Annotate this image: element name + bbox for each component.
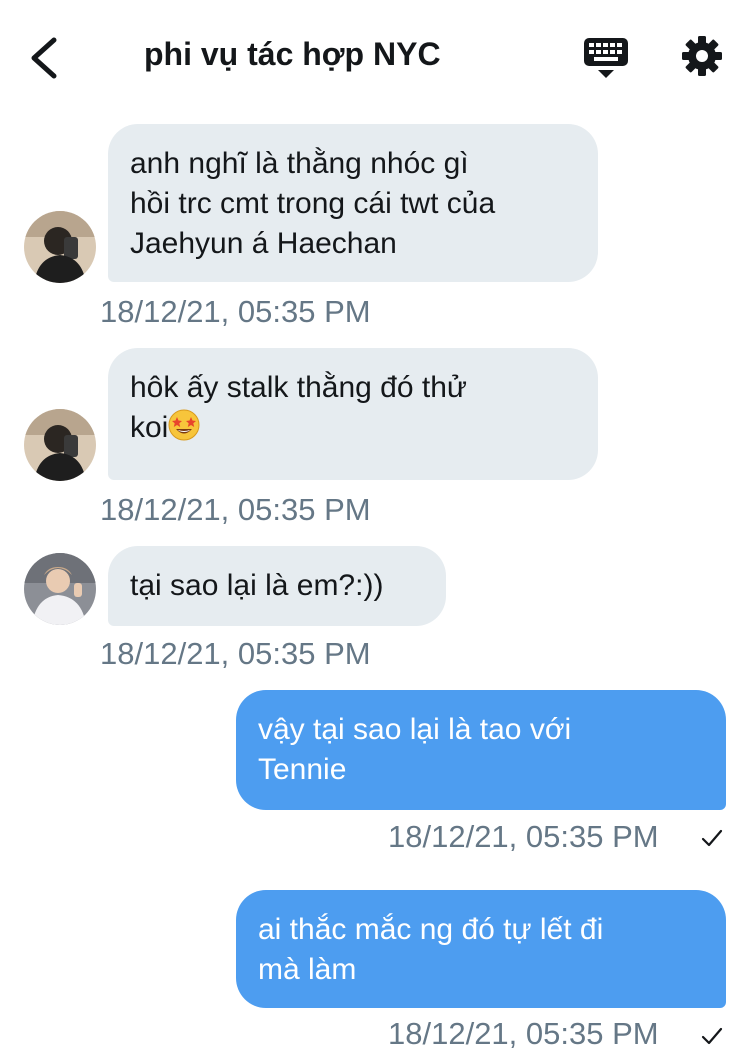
message-timestamp: 18/12/21, 05:35 PM [100,492,371,527]
user-avatar-image [24,553,96,625]
incoming-message-bubble[interactable]: tại sao lại là em?:)) [108,546,446,626]
message-timestamp: 18/12/21, 05:35 PM [388,819,659,854]
checkmark-icon [701,1027,723,1045]
keyboard-button[interactable] [582,36,630,80]
checkmark-icon [701,829,723,847]
user-avatar-image [24,211,96,283]
message-timestamp: 18/12/21, 05:35 PM [100,294,371,329]
dm-conversation-screen: phi vụ tác hợp NYC anh nghĩ là thằng nhó… [0,0,750,1054]
incoming-message-bubble[interactable]: anh nghĩ là thằng nhóc gì hồi trc cmt tr… [108,124,598,282]
gear-icon [682,36,722,76]
chevron-left-icon [31,37,57,79]
incoming-message-bubble[interactable]: hôk ấy stalk thằng đó thử koi [108,348,598,480]
settings-button[interactable] [680,34,724,78]
back-button[interactable] [22,30,70,84]
message-timestamp: 18/12/21, 05:35 PM [100,636,371,671]
avatar[interactable] [24,211,96,283]
star-struck-emoji-icon [168,409,200,441]
user-avatar-image [24,409,96,481]
conversation-header: phi vụ tác hợp NYC [0,0,750,112]
conversation-title: phi vụ tác hợp NYC [144,36,441,72]
outgoing-message-bubble[interactable]: vậy tại sao lại là tao với Tennie [236,690,726,810]
avatar[interactable] [24,553,96,625]
outgoing-message-bubble[interactable]: ai thắc mắc ng đó tự lết đi mà làm [236,890,726,1008]
message-timestamp: 18/12/21, 05:35 PM [388,1016,659,1051]
keyboard-icon [584,38,628,78]
avatar[interactable] [24,409,96,481]
